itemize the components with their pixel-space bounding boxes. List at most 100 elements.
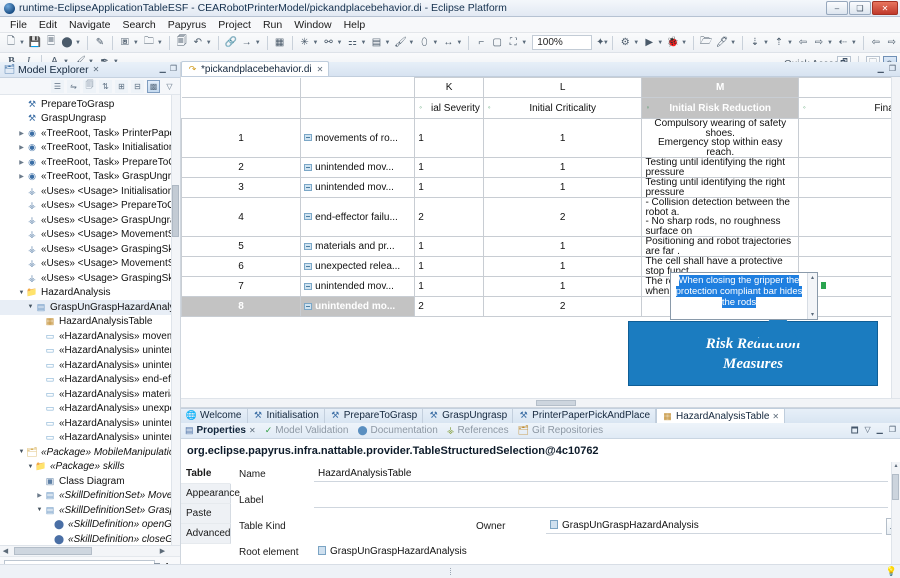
route-icon[interactable]: ↔: [441, 35, 455, 50]
tree-item[interactable]: ⬤«SkillDefinition» openGrippe: [0, 518, 180, 533]
tree-item[interactable]: ▼▤ «SkillDefinitionSet» GraspingSk: [0, 503, 180, 518]
minimize-icon[interactable]: ▁: [877, 425, 883, 439]
save-icon[interactable]: 💾: [28, 35, 42, 50]
criticality-cell[interactable]: 1: [482, 236, 643, 257]
prev-annotation-icon[interactable]: ⇡: [772, 35, 786, 50]
maximize-button[interactable]: ❑: [849, 1, 871, 15]
line-style-icon[interactable]: ⬯: [417, 35, 431, 50]
hazard-cell[interactable]: unintended mov...: [300, 177, 416, 198]
zoom-level-field[interactable]: 100% ▼: [532, 35, 609, 50]
risk-reduction-cell[interactable]: Compulsory wearing of safety shoes. Emerg…: [641, 118, 799, 158]
tree-item[interactable]: ⚒ PrepareToGrasp: [0, 97, 180, 112]
menu-item-navigate[interactable]: Navigate: [63, 17, 116, 33]
next-annotation-dropdown-icon[interactable]: ▼: [763, 40, 769, 46]
table-kind-field[interactable]: [314, 518, 464, 534]
properties-view-tab[interactable]: ⬤ Documentation: [357, 425, 437, 436]
hazard-analysis-table[interactable]: K L M ◦ ial Severity ◦ Initial Criticality ◦ Ini…: [181, 77, 900, 408]
maximize-icon[interactable]: ❐: [170, 64, 177, 73]
criticality-cell[interactable]: 1: [482, 177, 643, 198]
chevron-down-icon[interactable]: ▼: [35, 507, 44, 513]
build-icon[interactable]: ⚙: [618, 35, 632, 50]
menu-item-papyrus[interactable]: Papyrus: [162, 17, 213, 33]
maximize-icon[interactable]: ❐: [889, 425, 896, 439]
tree-item[interactable]: ▼ ▤ GraspUnGraspHazardAnalysis: [0, 300, 180, 315]
close-icon[interactable]: ✕: [249, 426, 256, 435]
tree-item[interactable]: ⚶ «Uses» <Usage> GraspingSkills: [0, 271, 180, 286]
close-icon[interactable]: ✕: [772, 412, 779, 421]
menu-item-project[interactable]: Project: [212, 17, 257, 33]
properties-side-tab[interactable]: Paste: [181, 504, 231, 524]
properties-scroll-thumb[interactable]: [892, 474, 899, 500]
hazard-cell[interactable]: unexpected relea...: [300, 256, 416, 277]
search-dropdown-icon[interactable]: ▼: [730, 40, 736, 46]
properties-view-tab[interactable]: ⚶ References: [447, 425, 509, 436]
fill-color-icon[interactable]: ▤: [369, 35, 383, 50]
menu-item-help[interactable]: Help: [338, 17, 372, 33]
table-row[interactable]: 5 materials and pr... 1 1 Positioning and ro…: [181, 236, 900, 257]
tree-item[interactable]: ▭ «HazardAnalysis» materials: [0, 387, 180, 402]
chevron-right-icon[interactable]: ▶: [35, 492, 44, 499]
column-letter-header[interactable]: K: [414, 77, 484, 98]
minimize-button[interactable]: –: [826, 1, 848, 15]
name-field[interactable]: HazardAnalysisTable: [314, 466, 888, 482]
editor-tab-pickandplacebehavior[interactable]: ↷ *pickandplacebehavior.di ✕: [181, 61, 330, 76]
row-number-header[interactable]: 3: [181, 177, 302, 198]
criticality-cell[interactable]: 1: [482, 256, 643, 277]
cell-editor-scrollbar[interactable]: ▴ ▾: [807, 273, 817, 319]
tree-item[interactable]: ▶▤ «SkillDefinitionSet» Movement: [0, 489, 180, 504]
properties-side-tab[interactable]: Appearance: [181, 484, 240, 504]
copy-icon[interactable]: 🗐: [175, 35, 189, 50]
close-icon[interactable]: ✕: [317, 65, 324, 74]
hazard-cell[interactable]: unintended mo...: [300, 296, 416, 317]
hazard-cell[interactable]: materials and pr...: [300, 236, 416, 257]
chevron-down-icon[interactable]: ▼: [17, 290, 26, 296]
print-dropdown-icon[interactable]: ▼: [75, 40, 81, 46]
severity-cell[interactable]: 1: [414, 118, 484, 158]
final-cell[interactable]: [797, 236, 900, 257]
font-color-icon[interactable]: 🖌: [393, 35, 407, 50]
undo-icon[interactable]: ↶: [191, 35, 205, 50]
chevron-down-icon[interactable]: ▼: [26, 304, 35, 310]
new-dropdown-icon[interactable]: ▼: [19, 40, 25, 46]
table-hscroll-thumb[interactable]: [536, 400, 576, 406]
pencil-icon[interactable]: ✎: [93, 35, 107, 50]
risk-reduction-cell[interactable]: Testing until identifying the right pres…: [641, 177, 799, 198]
diagram-tab[interactable]: ⚒ Initialisation: [248, 408, 325, 423]
column-sort-icon[interactable]: ◦: [803, 105, 805, 112]
run-dropdown-icon[interactable]: ▼: [657, 40, 663, 46]
chevron-right-icon[interactable]: ▶: [17, 173, 26, 180]
row-number-header[interactable]: 5: [181, 236, 302, 257]
new-model-icon[interactable]: 🗀: [142, 35, 156, 50]
tree-hscroll-thumb[interactable]: [14, 547, 92, 555]
cell-editor-text[interactable]: When closing the gripper the protection …: [671, 273, 807, 319]
font-color-dropdown-icon[interactable]: ▼: [408, 40, 414, 46]
column-header[interactable]: [181, 97, 302, 119]
fill-color-dropdown-icon[interactable]: ▼: [384, 40, 390, 46]
criticality-cell[interactable]: 1: [482, 276, 643, 297]
debug-icon[interactable]: 🐞: [666, 35, 680, 50]
row-number-header[interactable]: 8: [181, 296, 302, 317]
scroll-left-icon[interactable]: ◀: [0, 547, 11, 555]
zoom-fit-dropdown-icon[interactable]: ▼: [521, 40, 527, 46]
row-number-header[interactable]: 7: [181, 276, 302, 297]
scroll-right-icon[interactable]: ▶: [157, 547, 168, 555]
filter-icon[interactable]: ▩: [147, 79, 160, 93]
tree-item[interactable]: ▶◉ «TreeRoot, Task» PrinterPaperPick: [0, 126, 180, 141]
tree-item[interactable]: ▭ «HazardAnalysis» end-effe: [0, 373, 180, 388]
tree-item[interactable]: ▶◉ «TreeRoot, Task» PrepareToGrasp: [0, 155, 180, 170]
menu-item-run[interactable]: Run: [257, 17, 288, 33]
tree-item[interactable]: ⚶ «Uses» <Usage> MovementSkills: [0, 228, 180, 243]
layout-icon[interactable]: ✳: [298, 35, 312, 50]
menu-item-window[interactable]: Window: [288, 17, 337, 33]
final-cell[interactable]: [797, 118, 900, 158]
arrow-dropdown-icon[interactable]: ▼: [255, 40, 261, 46]
table-row[interactable]: 4 end-effector failu... 2 2- Collision dete…: [181, 197, 900, 237]
minimize-icon[interactable]: ▁: [160, 64, 166, 73]
prev-annotation-dropdown-icon[interactable]: ▼: [787, 40, 793, 46]
criticality-cell[interactable]: 1: [482, 118, 643, 158]
view-menu-icon[interactable]: ▽: [163, 80, 176, 93]
tree-item[interactable]: ⚶ «Uses» <Usage> GraspingSkills: [0, 242, 180, 257]
maximize-icon[interactable]: ❐: [889, 64, 896, 73]
column-letter-header[interactable]: [181, 77, 302, 98]
diagram-tab[interactable]: 🌐 Welcome: [181, 408, 248, 423]
